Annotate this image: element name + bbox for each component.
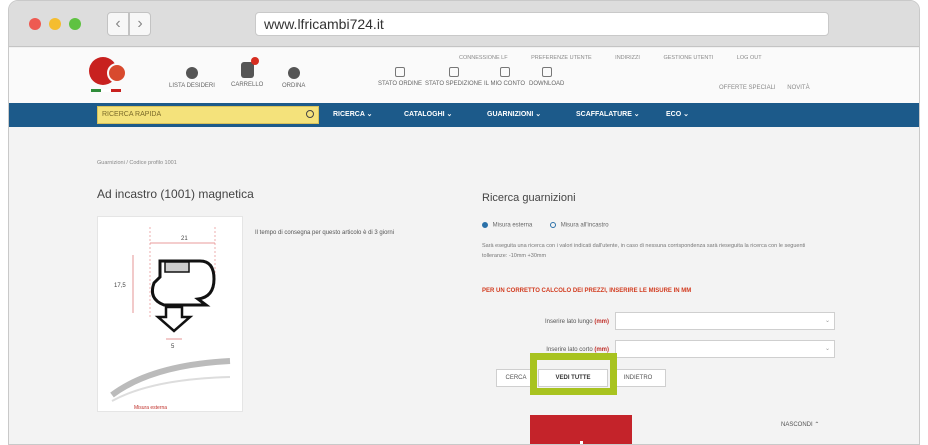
breadcrumb[interactable]: Guarnizioni / Codice profilo 1001 (97, 160, 177, 166)
browser-window: ‹ › www.lfricambi724.it LISTA DESIDERI C… (8, 0, 920, 445)
menu-eco[interactable]: ECO ⌄ (666, 110, 689, 118)
order-icon (287, 67, 300, 79)
maximize-window-button[interactable] (69, 18, 81, 30)
gasket-profile-drawing: 21 17,5 5 Misura esterna (110, 227, 231, 411)
order-status-icon (395, 67, 405, 77)
toplink-logout[interactable]: LOG OUT (737, 55, 762, 61)
close-window-button[interactable] (29, 18, 41, 30)
red-action-block[interactable] (530, 415, 632, 444)
back-link-button[interactable]: INDIETRO (610, 369, 666, 387)
radio-external-measure[interactable] (482, 222, 488, 228)
shipping-status-link[interactable]: STATO SPEDIZIONE (425, 67, 482, 87)
radio-internal-measure[interactable] (550, 222, 557, 228)
menu-guarnizioni[interactable]: GUARNIZIONI ⌄ (487, 110, 541, 118)
cart-link[interactable]: CARRELLO (231, 57, 263, 88)
dim-height-label: 17,5 (114, 283, 126, 289)
toplink-users[interactable]: GESTIONE UTENTI (663, 55, 713, 61)
dim-width-label: 21 (181, 236, 188, 242)
measure-type-radios: Misura esterna Misura all'incastro (482, 222, 609, 229)
news-link[interactable]: NOVITÀ (787, 85, 809, 91)
short-side-select[interactable]: ⌄ (615, 340, 835, 358)
price-warning: PER UN CORRETTO CALCOLO DEI PREZZI, INSE… (482, 288, 692, 294)
minimize-window-button[interactable] (49, 18, 61, 30)
site-header: LISTA DESIDERI CARRELLO ORDINA STATO ORD… (9, 48, 919, 103)
offer-links: OFFERTE SPECIALI NOVITÀ (719, 85, 820, 91)
download-link[interactable]: DOWNLOAD (529, 67, 564, 87)
special-offers-link[interactable]: OFFERTE SPECIALI (719, 85, 776, 91)
delivery-time-text: Il tempo di consegna per questo articolo… (255, 230, 395, 236)
plus-icon (580, 441, 583, 444)
site-logo[interactable] (89, 57, 137, 97)
heart-icon (185, 67, 198, 79)
menu-cataloghi[interactable]: CATALOGHI ⌄ (404, 110, 452, 118)
chevron-down-icon: ⌄ (824, 318, 830, 324)
top-links: CONNESSIONE LF PREFERENZE UTENTE INDIRIZ… (459, 55, 784, 61)
account-icon (499, 67, 510, 77)
gasket-diagram: 21 17,5 5 Misura esterna (97, 216, 243, 412)
account-link[interactable]: IL MIO CONTO (484, 67, 525, 87)
toplink-connection[interactable]: CONNESSIONE LF (459, 55, 508, 61)
order-status-link[interactable]: STATO ORDINE (378, 67, 422, 87)
main-menu: RICERCA RAPIDA RICERCA ⌄ CATALOGHI ⌄ GUA… (9, 103, 919, 127)
gasket-search-title: Ricerca guarnizioni (482, 192, 576, 204)
browser-titlebar: ‹ › www.lfricambi724.it (9, 1, 919, 47)
long-side-select[interactable]: ⌄ (615, 312, 835, 330)
truck-icon (448, 67, 459, 77)
quick-search-input[interactable]: RICERCA RAPIDA (97, 106, 319, 124)
menu-scaffalature[interactable]: SCAFFALATURE ⌄ (576, 110, 640, 118)
cart-icon (240, 57, 259, 78)
search-description: Sarà eseguita una ricerca con i valori i… (482, 243, 806, 259)
address-bar[interactable]: www.lfricambi724.it (255, 12, 829, 36)
chevron-down-icon: ⌄ (824, 346, 830, 352)
back-button[interactable]: ‹ (107, 12, 129, 36)
download-icon (541, 67, 552, 77)
toplink-addresses[interactable]: INDIRIZZI (615, 55, 640, 61)
menu-ricerca[interactable]: RICERCA ⌄ (333, 110, 372, 118)
forward-button[interactable]: › (129, 12, 151, 36)
dim-base-label: 5 (171, 344, 175, 350)
search-icon[interactable] (306, 110, 314, 118)
show-all-highlight (530, 353, 617, 395)
hide-toggle[interactable]: NASCONDI ⌃ (781, 421, 819, 428)
wishlist-link[interactable]: LISTA DESIDERI (169, 67, 215, 89)
radio-external-label[interactable]: Misura esterna (493, 223, 533, 229)
toplink-preferences[interactable]: PREFERENZE UTENTE (531, 55, 592, 61)
diagram-caption: Misura esterna (134, 405, 167, 411)
radio-internal-label[interactable]: Misura all'incastro (561, 223, 609, 229)
long-side-label: Inserire lato lungo (mm) (544, 319, 609, 325)
page-title: Ad incastro (1001) magnetica (97, 187, 254, 201)
order-link[interactable]: ORDINA (282, 67, 305, 89)
web-page: LISTA DESIDERI CARRELLO ORDINA STATO ORD… (9, 48, 919, 444)
